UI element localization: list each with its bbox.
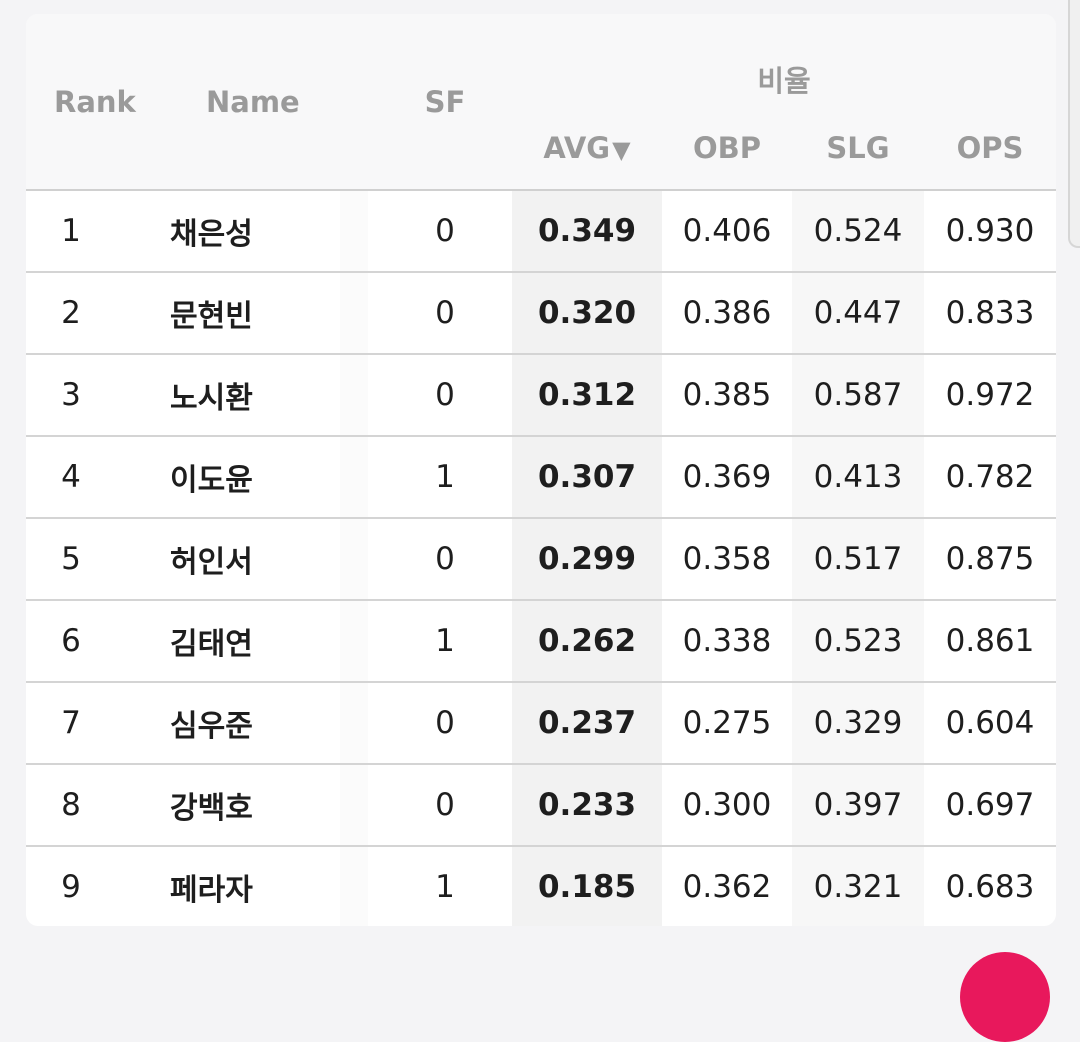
column-header-sf-label: SF xyxy=(424,84,466,119)
cell-sf: 0 xyxy=(340,518,512,601)
player-name[interactable]: 노시환 xyxy=(158,354,340,437)
cell-obp: 0.338 xyxy=(662,600,792,683)
sort-desc-icon: ▼ xyxy=(612,135,631,164)
table-row[interactable]: 1 채은성 0 0.349 0.406 0.524 0.930 xyxy=(26,190,1056,273)
cell-sf: 1 xyxy=(340,846,512,926)
cell-ops: 0.604 xyxy=(924,682,1056,765)
cell-slg: 0.329 xyxy=(792,682,924,765)
stats-table-card: Rank Name SF 비율 AVG▼ OBP SLG OPS 1 채은성 0 0.… xyxy=(26,14,1056,926)
table-row[interactable]: 8 강백호 0 0.233 0.300 0.397 0.697 xyxy=(26,764,1056,847)
column-group-ratio: 비율 xyxy=(512,14,1056,106)
floating-action-button[interactable] xyxy=(960,952,1050,1042)
cell-ops: 0.833 xyxy=(924,272,1056,355)
column-header-avg-label: AVG xyxy=(543,130,611,165)
table-header: Rank Name SF 비율 AVG▼ OBP SLG OPS xyxy=(26,14,1056,191)
cell-slg: 0.524 xyxy=(792,190,924,273)
cell-rank: 9 xyxy=(26,846,158,926)
cell-rank: 4 xyxy=(26,436,158,519)
cell-sf: 0 xyxy=(340,190,512,273)
cell-avg: 0.233 xyxy=(512,764,662,847)
scrollbar[interactable] xyxy=(1068,0,1080,248)
cell-ops: 0.972 xyxy=(924,354,1056,437)
cell-avg: 0.307 xyxy=(512,436,662,519)
cell-rank: 6 xyxy=(26,600,158,683)
cell-obp: 0.369 xyxy=(662,436,792,519)
cell-sf: 0 xyxy=(340,682,512,765)
cell-ops: 0.697 xyxy=(924,764,1056,847)
cell-rank: 7 xyxy=(26,682,158,765)
table-row[interactable]: 9 페라자 1 0.185 0.362 0.321 0.683 xyxy=(26,846,1056,926)
cell-sf: 1 xyxy=(340,436,512,519)
cell-avg: 0.312 xyxy=(512,354,662,437)
table-row[interactable]: 3 노시환 0 0.312 0.385 0.587 0.972 xyxy=(26,354,1056,437)
table-row[interactable]: 6 김태연 1 0.262 0.338 0.523 0.861 xyxy=(26,600,1056,683)
batting-stats-table: Rank Name SF 비율 AVG▼ OBP SLG OPS 1 채은성 0 0.… xyxy=(26,14,1056,926)
cell-rank: 1 xyxy=(26,190,158,273)
cell-ops: 0.861 xyxy=(924,600,1056,683)
cell-rank: 5 xyxy=(26,518,158,601)
cell-sf: 0 xyxy=(340,354,512,437)
player-name[interactable]: 문현빈 xyxy=(158,272,340,355)
cell-slg: 0.447 xyxy=(792,272,924,355)
cell-rank: 2 xyxy=(26,272,158,355)
cell-avg: 0.237 xyxy=(512,682,662,765)
cell-obp: 0.406 xyxy=(662,190,792,273)
column-header-ops[interactable]: OPS xyxy=(924,106,1056,191)
column-header-avg[interactable]: AVG▼ xyxy=(512,106,662,191)
table-body: 1 채은성 0 0.349 0.406 0.524 0.930 2 문현빈 0 0.320 0.386… xyxy=(26,190,1056,926)
cell-obp: 0.362 xyxy=(662,846,792,926)
cell-rank: 8 xyxy=(26,764,158,847)
table-row[interactable]: 4 이도윤 1 0.307 0.369 0.413 0.782 xyxy=(26,436,1056,519)
cell-slg: 0.413 xyxy=(792,436,924,519)
cell-slg: 0.397 xyxy=(792,764,924,847)
column-header-name-label: Name xyxy=(206,84,300,119)
column-header-rank[interactable]: Rank xyxy=(26,14,158,191)
player-name[interactable]: 김태연 xyxy=(158,600,340,683)
cell-obp: 0.275 xyxy=(662,682,792,765)
cell-obp: 0.385 xyxy=(662,354,792,437)
cell-rank: 3 xyxy=(26,354,158,437)
cell-sf: 0 xyxy=(340,764,512,847)
cell-avg: 0.299 xyxy=(512,518,662,601)
column-header-sf[interactable]: SF xyxy=(340,14,512,191)
column-header-obp[interactable]: OBP xyxy=(662,106,792,191)
column-header-slg[interactable]: SLG xyxy=(792,106,924,191)
cell-obp: 0.386 xyxy=(662,272,792,355)
cell-slg: 0.587 xyxy=(792,354,924,437)
cell-obp: 0.358 xyxy=(662,518,792,601)
cell-obp: 0.300 xyxy=(662,764,792,847)
cell-slg: 0.517 xyxy=(792,518,924,601)
cell-slg: 0.523 xyxy=(792,600,924,683)
cell-avg: 0.349 xyxy=(512,190,662,273)
table-row[interactable]: 2 문현빈 0 0.320 0.386 0.447 0.833 xyxy=(26,272,1056,355)
cell-avg: 0.320 xyxy=(512,272,662,355)
table-row[interactable]: 5 허인서 0 0.299 0.358 0.517 0.875 xyxy=(26,518,1056,601)
cell-sf: 1 xyxy=(340,600,512,683)
cell-slg: 0.321 xyxy=(792,846,924,926)
table-row[interactable]: 7 심우준 0 0.237 0.275 0.329 0.604 xyxy=(26,682,1056,765)
cell-sf: 0 xyxy=(340,272,512,355)
player-name[interactable]: 이도윤 xyxy=(158,436,340,519)
cell-ops: 0.782 xyxy=(924,436,1056,519)
cell-ops: 0.683 xyxy=(924,846,1056,926)
player-name[interactable]: 채은성 xyxy=(158,190,340,273)
column-header-name[interactable]: Name xyxy=(158,14,340,191)
player-name[interactable]: 페라자 xyxy=(158,846,340,926)
cell-ops: 0.875 xyxy=(924,518,1056,601)
cell-avg: 0.262 xyxy=(512,600,662,683)
cell-ops: 0.930 xyxy=(924,190,1056,273)
player-name[interactable]: 강백호 xyxy=(158,764,340,847)
player-name[interactable]: 심우준 xyxy=(158,682,340,765)
cell-avg: 0.185 xyxy=(512,846,662,926)
player-name[interactable]: 허인서 xyxy=(158,518,340,601)
